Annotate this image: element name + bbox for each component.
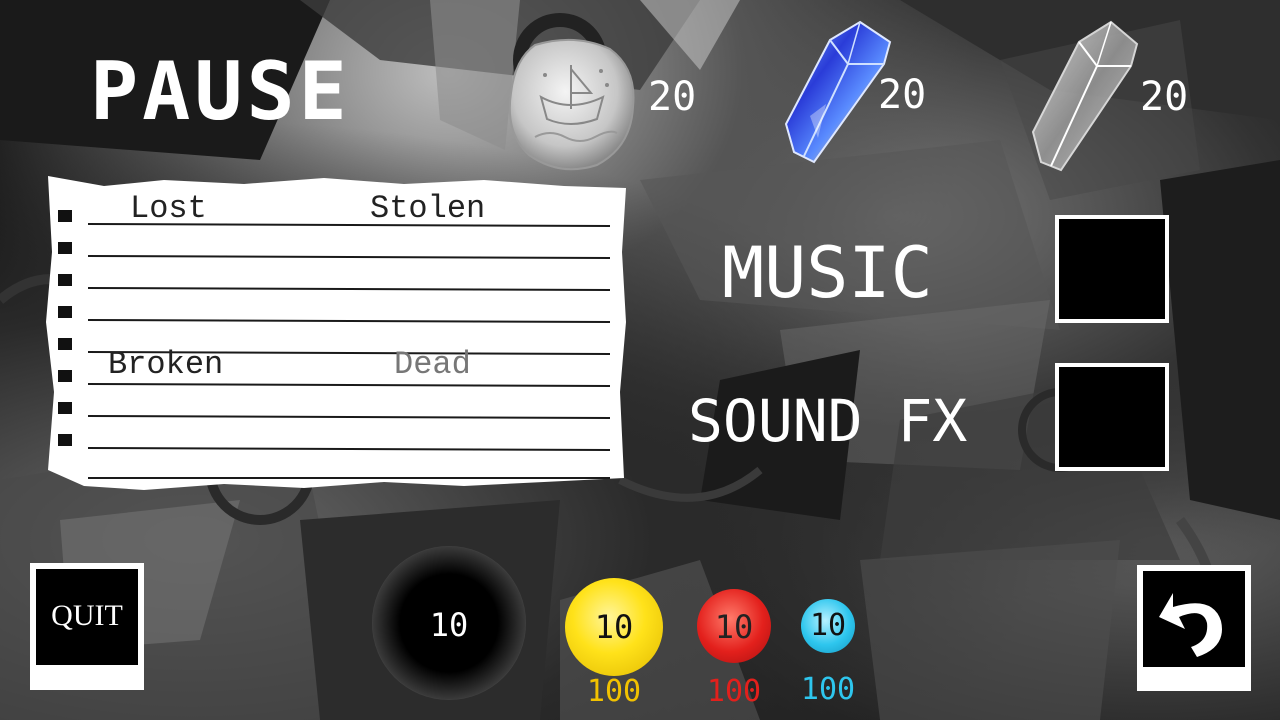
label-stolen: Stolen [370,190,486,227]
clear-crystal-icon [1031,20,1139,172]
clear-crystal-count: 20 [1140,74,1189,120]
cyan-orb: 10 [801,599,855,653]
quit-button-face: QUIT [36,569,138,665]
undo-arrow-icon [1159,593,1222,657]
coin-count: 20 [648,74,697,120]
silver-coin-icon [508,38,635,171]
blue-crystal-count: 20 [878,72,927,118]
cyan-orb-value: 10 [809,608,847,643]
black-orb-value: 10 [429,606,469,644]
yellow-orb-max: 100 [586,674,642,709]
currency-blue-crystal: 20 [780,20,945,170]
yellow-orb-value: 10 [594,608,634,646]
label-dead: Dead [394,346,471,383]
back-button[interactable] [1137,565,1251,691]
label-broken: Broken [108,346,224,383]
stats-note: Lost Stolen Broken Dead [44,172,628,492]
currency-clear-crystal: 20 [1025,20,1200,172]
pause-title: PAUSE [90,45,351,138]
red-orb: 10 [697,589,771,663]
quit-label: QUIT [51,599,123,632]
pause-screen: PAUSE 20 20 20 Lost Stolen Broken Dead M… [0,0,1280,720]
yellow-orb: 10 [565,578,663,676]
sound-fx-toggle[interactable] [1055,363,1169,471]
sound-fx-label: SOUND FX [688,387,968,455]
red-orb-max: 100 [706,674,762,709]
label-lost: Lost [130,190,207,227]
currency-coin: 20 [505,20,705,171]
red-orb-value: 10 [714,608,754,646]
black-orb: 10 [372,546,526,700]
music-label: MUSIC [722,232,933,314]
cyan-orb-max: 100 [800,672,856,707]
music-toggle[interactable] [1055,215,1169,323]
quit-button[interactable]: QUIT [30,563,144,690]
back-button-face [1143,571,1245,667]
